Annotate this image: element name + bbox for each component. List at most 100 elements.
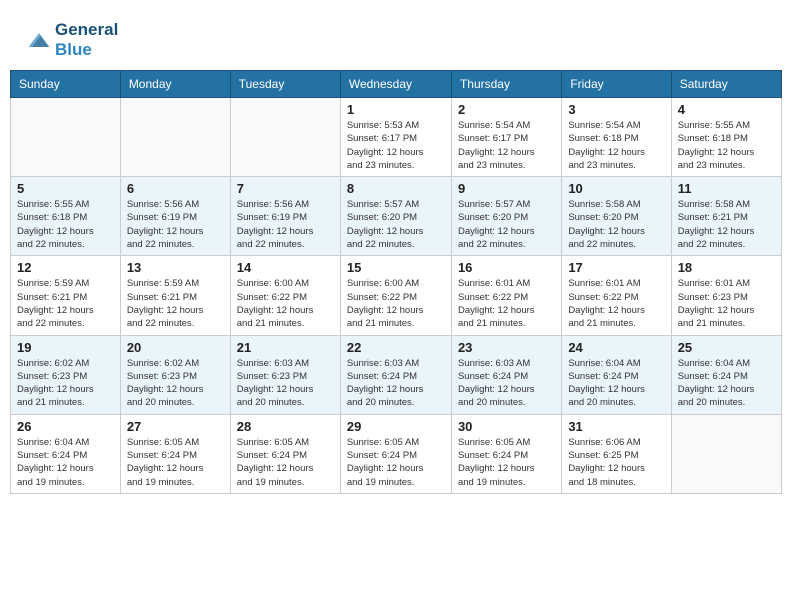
day-number: 27	[127, 419, 224, 434]
column-header-friday: Friday	[562, 71, 671, 98]
calendar-cell: 30 Sunrise: 6:05 AM Sunset: 6:24 PM Dayli…	[451, 414, 561, 493]
day-info: Sunrise: 5:56 AM Sunset: 6:19 PM Dayligh…	[237, 198, 334, 251]
day-number: 21	[237, 340, 334, 355]
day-info: Sunrise: 5:54 AM Sunset: 6:17 PM Dayligh…	[458, 119, 555, 172]
column-header-wednesday: Wednesday	[340, 71, 451, 98]
calendar-cell: 21Sunrise: 6:03 AM Sunset: 6:23 PM Dayli…	[230, 335, 340, 414]
calendar-cell: 20 Sunrise: 6:02 AM Sunset: 6:23 PM Dayli…	[120, 335, 230, 414]
calendar-cell: 22 Sunrise: 6:03 AM Sunset: 6:24 PM Dayli…	[340, 335, 451, 414]
day-number: 30	[458, 419, 555, 434]
day-info: Sunrise: 6:05 AM Sunset: 6:24 PM Dayligh…	[347, 436, 445, 489]
calendar-cell: 6 Sunrise: 5:56 AM Sunset: 6:19 PM Daylig…	[120, 177, 230, 256]
calendar-header-row: SundayMondayTuesdayWednesdayThursdayFrid…	[11, 71, 782, 98]
calendar-cell: 11 Sunrise: 5:58 AM Sunset: 6:21 PM Dayli…	[671, 177, 781, 256]
calendar-cell: 4Sunrise: 5:55 AM Sunset: 6:18 PM Daylig…	[671, 98, 781, 177]
day-info: Sunrise: 6:01 AM Sunset: 6:22 PM Dayligh…	[568, 277, 664, 330]
day-info: Sunrise: 6:02 AM Sunset: 6:23 PM Dayligh…	[127, 357, 224, 410]
calendar-week-row: 26 Sunrise: 6:04 AM Sunset: 6:24 PM Dayli…	[11, 414, 782, 493]
calendar-cell: 24Sunrise: 6:04 AM Sunset: 6:24 PM Dayli…	[562, 335, 671, 414]
column-header-thursday: Thursday	[451, 71, 561, 98]
day-info: Sunrise: 6:05 AM Sunset: 6:24 PM Dayligh…	[458, 436, 555, 489]
calendar-cell: 12 Sunrise: 5:59 AM Sunset: 6:21 PM Dayli…	[11, 256, 121, 335]
logo: General Blue	[25, 20, 118, 60]
calendar-cell	[11, 98, 121, 177]
day-number: 9	[458, 181, 555, 196]
calendar-cell: 13 Sunrise: 5:59 AM Sunset: 6:21 PM Dayli…	[120, 256, 230, 335]
day-info: Sunrise: 5:56 AM Sunset: 6:19 PM Dayligh…	[127, 198, 224, 251]
day-number: 19	[17, 340, 114, 355]
calendar-cell: 26 Sunrise: 6:04 AM Sunset: 6:24 PM Dayli…	[11, 414, 121, 493]
calendar-week-row: 12 Sunrise: 5:59 AM Sunset: 6:21 PM Dayli…	[11, 256, 782, 335]
day-number: 3	[568, 102, 664, 117]
calendar-cell: 8 Sunrise: 5:57 AM Sunset: 6:20 PM Daylig…	[340, 177, 451, 256]
calendar-cell: 28Sunrise: 6:05 AM Sunset: 6:24 PM Dayli…	[230, 414, 340, 493]
calendar-cell	[230, 98, 340, 177]
day-number: 15	[347, 260, 445, 275]
calendar-cell	[671, 414, 781, 493]
logo-icon	[25, 26, 53, 54]
column-header-monday: Monday	[120, 71, 230, 98]
calendar-cell: 18Sunrise: 6:01 AM Sunset: 6:23 PM Dayli…	[671, 256, 781, 335]
day-number: 2	[458, 102, 555, 117]
logo-text: General Blue	[55, 20, 118, 60]
day-number: 25	[678, 340, 775, 355]
calendar-cell: 29 Sunrise: 6:05 AM Sunset: 6:24 PM Dayli…	[340, 414, 451, 493]
calendar-cell: 7Sunrise: 5:56 AM Sunset: 6:19 PM Daylig…	[230, 177, 340, 256]
calendar-cell: 17 Sunrise: 6:01 AM Sunset: 6:22 PM Dayli…	[562, 256, 671, 335]
calendar-cell: 23 Sunrise: 6:03 AM Sunset: 6:24 PM Dayli…	[451, 335, 561, 414]
day-info: Sunrise: 6:04 AM Sunset: 6:24 PM Dayligh…	[678, 357, 775, 410]
day-info: Sunrise: 6:05 AM Sunset: 6:24 PM Dayligh…	[127, 436, 224, 489]
day-number: 6	[127, 181, 224, 196]
day-number: 13	[127, 260, 224, 275]
day-number: 23	[458, 340, 555, 355]
day-info: Sunrise: 6:03 AM Sunset: 6:24 PM Dayligh…	[347, 357, 445, 410]
calendar-cell: 5Sunrise: 5:55 AM Sunset: 6:18 PM Daylig…	[11, 177, 121, 256]
day-info: Sunrise: 5:55 AM Sunset: 6:18 PM Dayligh…	[17, 198, 114, 251]
day-number: 29	[347, 419, 445, 434]
day-info: Sunrise: 5:57 AM Sunset: 6:20 PM Dayligh…	[347, 198, 445, 251]
day-info: Sunrise: 6:02 AM Sunset: 6:23 PM Dayligh…	[17, 357, 114, 410]
day-info: Sunrise: 6:04 AM Sunset: 6:24 PM Dayligh…	[17, 436, 114, 489]
day-number: 8	[347, 181, 445, 196]
calendar-cell: 16Sunrise: 6:01 AM Sunset: 6:22 PM Dayli…	[451, 256, 561, 335]
calendar-week-row: 19 Sunrise: 6:02 AM Sunset: 6:23 PM Dayli…	[11, 335, 782, 414]
day-info: Sunrise: 6:03 AM Sunset: 6:24 PM Dayligh…	[458, 357, 555, 410]
day-info: Sunrise: 5:59 AM Sunset: 6:21 PM Dayligh…	[17, 277, 114, 330]
calendar-cell: 1Sunrise: 5:53 AM Sunset: 6:17 PM Daylig…	[340, 98, 451, 177]
day-info: Sunrise: 6:00 AM Sunset: 6:22 PM Dayligh…	[347, 277, 445, 330]
calendar-cell: 10Sunrise: 5:58 AM Sunset: 6:20 PM Dayli…	[562, 177, 671, 256]
day-info: Sunrise: 5:55 AM Sunset: 6:18 PM Dayligh…	[678, 119, 775, 172]
calendar-cell: 19 Sunrise: 6:02 AM Sunset: 6:23 PM Dayli…	[11, 335, 121, 414]
day-number: 10	[568, 181, 664, 196]
calendar-cell: 9 Sunrise: 5:57 AM Sunset: 6:20 PM Daylig…	[451, 177, 561, 256]
column-header-tuesday: Tuesday	[230, 71, 340, 98]
calendar-cell: 3Sunrise: 5:54 AM Sunset: 6:18 PM Daylig…	[562, 98, 671, 177]
day-info: Sunrise: 6:04 AM Sunset: 6:24 PM Dayligh…	[568, 357, 664, 410]
calendar-cell: 31 Sunrise: 6:06 AM Sunset: 6:25 PM Dayli…	[562, 414, 671, 493]
calendar-cell: 27 Sunrise: 6:05 AM Sunset: 6:24 PM Dayli…	[120, 414, 230, 493]
day-info: Sunrise: 6:05 AM Sunset: 6:24 PM Dayligh…	[237, 436, 334, 489]
calendar-week-row: 5Sunrise: 5:55 AM Sunset: 6:18 PM Daylig…	[11, 177, 782, 256]
day-number: 18	[678, 260, 775, 275]
calendar-table: SundayMondayTuesdayWednesdayThursdayFrid…	[10, 70, 782, 494]
day-number: 26	[17, 419, 114, 434]
day-info: Sunrise: 5:58 AM Sunset: 6:21 PM Dayligh…	[678, 198, 775, 251]
calendar-cell: 14Sunrise: 6:00 AM Sunset: 6:22 PM Dayli…	[230, 256, 340, 335]
calendar-cell: 2 Sunrise: 5:54 AM Sunset: 6:17 PM Daylig…	[451, 98, 561, 177]
day-number: 11	[678, 181, 775, 196]
day-info: Sunrise: 5:59 AM Sunset: 6:21 PM Dayligh…	[127, 277, 224, 330]
column-header-saturday: Saturday	[671, 71, 781, 98]
day-number: 31	[568, 419, 664, 434]
day-number: 17	[568, 260, 664, 275]
day-number: 12	[17, 260, 114, 275]
header: General Blue	[10, 10, 782, 65]
day-info: Sunrise: 5:57 AM Sunset: 6:20 PM Dayligh…	[458, 198, 555, 251]
day-number: 22	[347, 340, 445, 355]
column-header-sunday: Sunday	[11, 71, 121, 98]
day-info: Sunrise: 6:00 AM Sunset: 6:22 PM Dayligh…	[237, 277, 334, 330]
day-number: 20	[127, 340, 224, 355]
day-info: Sunrise: 6:01 AM Sunset: 6:22 PM Dayligh…	[458, 277, 555, 330]
day-info: Sunrise: 6:06 AM Sunset: 6:25 PM Dayligh…	[568, 436, 664, 489]
calendar-cell	[120, 98, 230, 177]
calendar-cell: 25 Sunrise: 6:04 AM Sunset: 6:24 PM Dayli…	[671, 335, 781, 414]
